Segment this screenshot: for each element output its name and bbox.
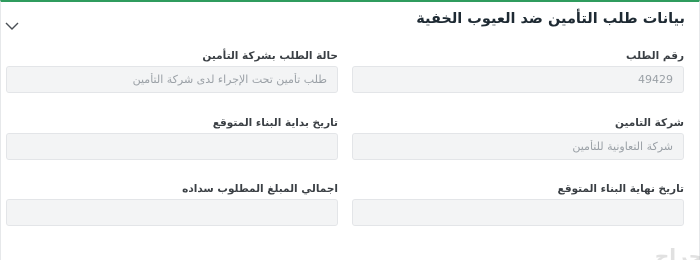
insurance-company-input[interactable] [352, 133, 684, 160]
insurance-request-panel: بيانات طلب التأمين ضد العيوب الخفية رقم … [0, 0, 700, 260]
total-amount-field: اجمالي المبلغ المطلوب سداده [6, 182, 338, 226]
request-number-input[interactable] [352, 66, 684, 93]
total-amount-label: اجمالي المبلغ المطلوب سداده [182, 183, 338, 195]
watermark-logo: حراج [654, 244, 700, 260]
request-status-label: حالة الطلب بشركة التأمين [202, 50, 338, 62]
chevron-down-icon[interactable] [5, 16, 19, 30]
request-status-field: حالة الطلب بشركة التأمين [6, 49, 338, 93]
insurance-company-field: شركة التامين [352, 116, 684, 160]
section-title: بيانات طلب التأمين ضد العيوب الخفية [416, 11, 685, 27]
construction-end-field: تاريخ نهاية البناء المتوقع [352, 182, 684, 226]
construction-start-field: تاريخ بداية البناء المتوقع [6, 116, 338, 160]
construction-start-label: تاريخ بداية البناء المتوقع [212, 117, 338, 129]
request-number-label: رقم الطلب [626, 50, 684, 62]
request-number-field: رقم الطلب [352, 49, 684, 93]
total-amount-input[interactable] [6, 199, 338, 226]
panel-header[interactable]: بيانات طلب التأمين ضد العيوب الخفية [1, 2, 699, 40]
insurance-company-label: شركة التامين [615, 117, 684, 129]
construction-start-input[interactable] [6, 133, 338, 160]
construction-end-label: تاريخ نهاية البناء المتوقع [557, 183, 684, 195]
request-status-input[interactable] [6, 66, 338, 93]
construction-end-input[interactable] [352, 199, 684, 226]
